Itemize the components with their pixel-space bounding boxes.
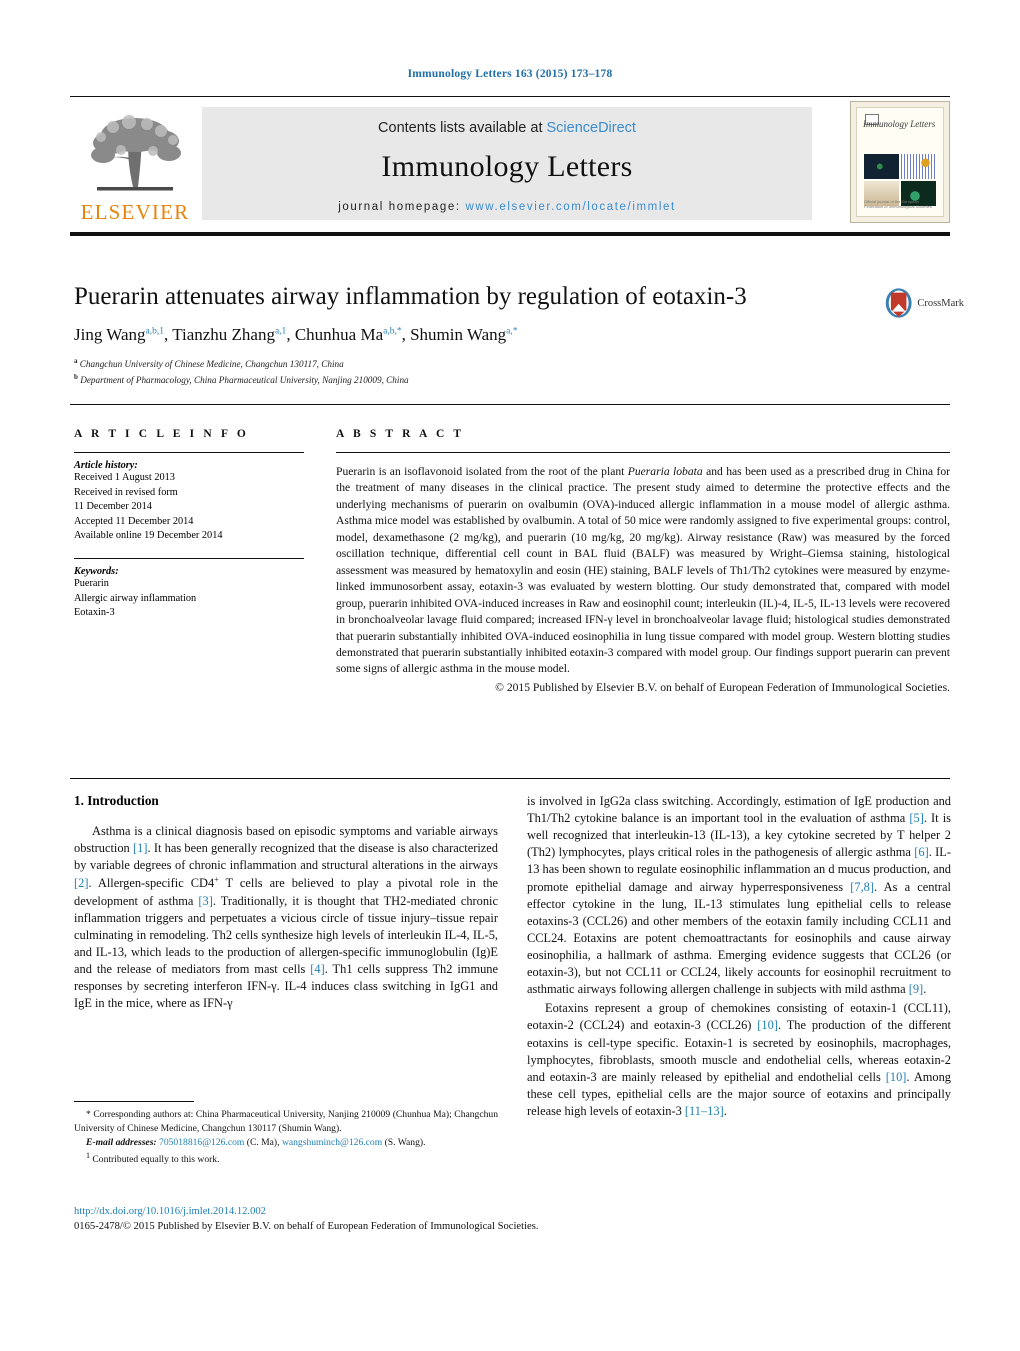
elsevier-wordmark: ELSEVIER [80, 200, 190, 224]
abstract-bottom-rule [70, 778, 950, 779]
crossmark-icon [885, 288, 912, 318]
cover-footer-text: Official journal of the European Federat… [864, 199, 932, 209]
crossmark-badge[interactable]: CrossMark [884, 283, 964, 323]
contents-available-line: Contents lists available at ScienceDirec… [378, 120, 636, 136]
article-info-rule [74, 452, 304, 453]
citation-9[interactable]: [9] [909, 982, 923, 996]
body-column-right: is involved in IgG2a class switching. Ac… [527, 793, 951, 1120]
affiliation-b: b Department of Pharmacology, China Phar… [74, 372, 409, 385]
author-4: Shumin Wanga,* [410, 325, 518, 344]
footnote-equal-contribution: 1 Contributed equally to this work. [86, 1150, 220, 1165]
citation-6[interactable]: [6] [914, 845, 928, 859]
email-link-2[interactable]: wangshuminch@126.com [282, 1137, 382, 1148]
intro-paragraph-1-continued: is involved in IgG2a class switching. Ac… [527, 794, 951, 997]
journal-title: Immunology Letters [381, 150, 633, 183]
affiliation-list: a Changchun University of Chinese Medici… [74, 356, 874, 388]
section-heading-introduction: 1. Introduction [74, 793, 159, 808]
abstract-column: A B S T R A C T Puerarin is an isoflavon… [336, 428, 950, 696]
cover-image-2 [901, 154, 936, 179]
masthead-bottom-rule [70, 232, 950, 236]
abstract-part-1: Puerarin is an isoflavonoid isolated fro… [336, 465, 628, 478]
citation-1[interactable]: [1] [133, 841, 147, 855]
keyword-1: Puerarin [74, 578, 109, 590]
elsevier-tree-icon [91, 115, 181, 191]
citation-10[interactable]: [10] [757, 1018, 778, 1032]
title-bottom-rule [70, 404, 950, 405]
abstract-species-italic: Pueraria lobata [627, 465, 703, 478]
citation-4[interactable]: [4] [310, 962, 324, 976]
keywords-label: Keywords: [74, 566, 119, 578]
article-history-revised-date: 11 December 2014 [74, 501, 152, 513]
author-list: Jing Wanga,b,1, Tianzhu Zhanga,1, Chunhu… [74, 325, 518, 344]
cover-journal-title: Immunology Letters [863, 119, 936, 129]
body-column-left: 1. Introduction Asthma is a clinical dia… [74, 793, 498, 1012]
citation-2[interactable]: [2] [74, 876, 88, 890]
footnote-corresponding-authors: * Corresponding authors at: China Pharma… [74, 1109, 498, 1134]
document-footer: http://dx.doi.org/10.1016/j.imlet.2014.1… [74, 1204, 774, 1235]
homepage-prefix: journal homepage: [338, 201, 466, 213]
keyword-2: Allergic airway inflammation [74, 592, 197, 604]
author-2: Tianzhu Zhanga,1 [172, 325, 287, 344]
citation-11-13[interactable]: [11–13] [685, 1104, 724, 1118]
doi-link[interactable]: http://dx.doi.org/10.1016/j.imlet.2014.1… [74, 1204, 774, 1219]
citation-7-8[interactable]: [7,8] [850, 880, 874, 894]
affiliation-a: a Changchun University of Chinese Medici… [74, 357, 344, 370]
journal-homepage-line: journal homepage: www.elsevier.com/locat… [338, 201, 676, 213]
abstract-part-2: and has been used as a prescribed drug i… [336, 465, 950, 676]
footnote-rule [74, 1101, 194, 1102]
article-history-online: Available online 19 December 2014 [74, 530, 223, 542]
intro-paragraph-1: Asthma is a clinical diagnosis based on … [74, 824, 499, 1011]
crossmark-label: CrossMark [917, 297, 964, 309]
page-title: Puerarin attenuates airway inflammation … [74, 283, 747, 310]
abstract-rule [336, 452, 950, 453]
citation-5[interactable]: [5] [909, 811, 923, 825]
footnote-block: * Corresponding authors at: China Pharma… [74, 1108, 498, 1167]
journal-banner: Contents lists available at ScienceDirec… [202, 107, 812, 220]
article-history-accepted: Accepted 11 December 2014 [74, 515, 194, 527]
citation-3[interactable]: [3] [198, 894, 212, 908]
abstract-heading: A B S T R A C T [336, 428, 465, 440]
email-addresses-label: E-mail addresses: [86, 1136, 157, 1148]
cover-inner: Immunology Letters Official journal of t… [856, 107, 944, 217]
keyword-3: Eotaxin-3 [74, 607, 115, 619]
abstract-copyright: © 2015 Published by Elsevier B.V. on beh… [495, 680, 950, 694]
keywords-rule [74, 558, 304, 560]
abstract-text: Puerarin is an isoflavonoid isolated fro… [336, 464, 950, 678]
citation-10-b[interactable]: [10] [886, 1070, 907, 1084]
running-head: Immunology Letters 163 (2015) 173–178 [407, 68, 613, 80]
article-history-received: Received 1 August 2013 [74, 472, 175, 483]
footnote-emails: E-mail addresses: 705018816@126.com (C. … [86, 1136, 426, 1148]
journal-masthead: ELSEVIER Contents lists available at Sci… [70, 99, 950, 227]
email-link-1[interactable]: 705018816@126.com [159, 1137, 244, 1148]
author-3: Chunhua Maa,b,* [294, 325, 402, 344]
article-history-revised-label: Received in revised form [74, 486, 178, 498]
article-history-label: Article history: [74, 460, 138, 471]
article-info-heading: A R T I C L E I N F O [74, 428, 249, 440]
elsevier-logo: ELSEVIER [70, 99, 200, 227]
header-rule [70, 96, 950, 97]
intro-paragraph-2: Eotaxins represent a group of chemokines… [527, 1001, 952, 1118]
issn-copyright-line: 0165-2478/© 2015 Published by Elsevier B… [74, 1221, 539, 1233]
author-1: Jing Wanga,b,1 [74, 325, 164, 344]
journal-cover-thumbnail: Immunology Letters Official journal of t… [850, 101, 950, 223]
contents-prefix: Contents lists available at [378, 120, 547, 136]
journal-article-page: Immunology Letters 163 (2015) 173–178 EL… [0, 0, 1020, 1351]
journal-homepage-link[interactable]: www.elsevier.com/locate/immlet [465, 201, 675, 213]
article-info-column: A R T I C L E I N F O Article history: R… [74, 428, 304, 621]
cover-image-1 [864, 154, 899, 179]
sciencedirect-link[interactable]: ScienceDirect [547, 120, 636, 136]
